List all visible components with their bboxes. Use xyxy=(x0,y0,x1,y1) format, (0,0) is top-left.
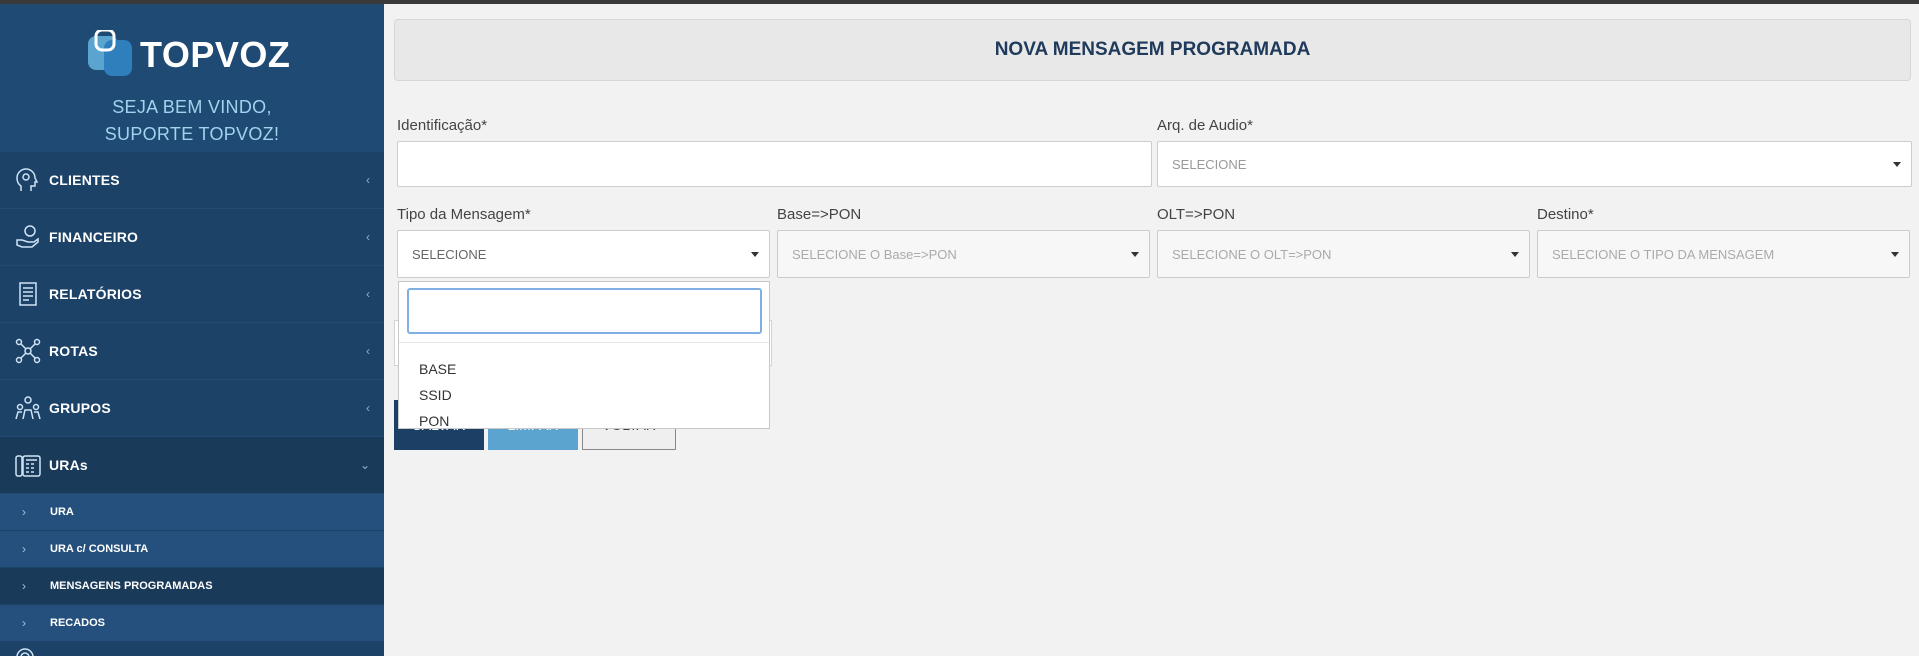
dropdown-option-ssid[interactable]: SSID xyxy=(419,387,452,403)
sidebar-item-grupos[interactable]: GRUPOS ‹ xyxy=(0,380,384,437)
brand-name: TOPVOZ xyxy=(140,34,291,75)
chevron-down-icon: ⌄ xyxy=(359,458,370,472)
network-icon xyxy=(13,336,43,366)
caret-down-icon xyxy=(751,252,759,257)
olt-pon-select[interactable]: SELECIONE O OLT=>PON xyxy=(1157,230,1530,278)
sidebar-item-label: URAs xyxy=(49,457,88,473)
tipo-mensagem-label: Tipo da Mensagem* xyxy=(397,206,531,223)
base-pon-select-value: SELECIONE O Base=>PON xyxy=(792,246,957,262)
chevron-left-icon: ‹ xyxy=(366,287,370,301)
submenu-item-label: URA xyxy=(50,506,74,518)
chevron-right-icon: › xyxy=(22,542,26,556)
destino-select[interactable]: SELECIONE O TIPO DA MENSAGEM xyxy=(1537,230,1910,278)
submenu-item-ura[interactable]: › URA xyxy=(0,494,384,531)
dropdown-option-base[interactable]: BASE xyxy=(419,361,456,377)
head-gear-icon xyxy=(13,165,43,195)
gear-icon xyxy=(16,648,34,656)
caret-down-icon xyxy=(1131,252,1139,257)
phone-system-icon xyxy=(13,450,43,480)
submenu-item-label: URA c/ CONSULTA xyxy=(50,543,149,555)
chevron-left-icon: ‹ xyxy=(366,230,370,244)
sidebar-item-uras[interactable]: URAs ⌄ xyxy=(0,437,384,494)
sidebar-item-label: ROTAS xyxy=(49,343,98,359)
chevron-right-icon: › xyxy=(22,579,26,593)
destino-select-value: SELECIONE O TIPO DA MENSAGEM xyxy=(1552,246,1775,262)
sidebar-item-label: GRUPOS xyxy=(49,400,111,416)
hand-money-icon xyxy=(13,222,43,252)
main-content: NOVA MENSAGEM PROGRAMADA Identificação* … xyxy=(384,4,1919,656)
main-menu: CLIENTES ‹ FINANCEIRO ‹ RELATÓRIOS ‹ ROT… xyxy=(0,152,384,642)
audio-select-value: SELECIONE xyxy=(1172,156,1247,172)
chevron-right-icon: › xyxy=(22,505,26,519)
base-pon-label: Base=>PON xyxy=(777,206,862,223)
dropdown-divider xyxy=(399,342,769,343)
sidebar-item-label: CLIENTES xyxy=(49,172,120,188)
tipo-mensagem-select-value: SELECIONE xyxy=(412,246,487,262)
chevron-right-icon: › xyxy=(22,616,26,630)
group-icon xyxy=(13,393,43,423)
tipo-mensagem-dropdown: BASE SSID PON xyxy=(398,281,770,429)
welcome-line-1: SEJA BEM VINDO, xyxy=(112,97,272,117)
identificacao-input[interactable] xyxy=(397,141,1152,187)
caret-down-icon xyxy=(1511,252,1519,257)
sidebar-item-label: RELATÓRIOS xyxy=(49,286,142,302)
sidebar-item-label: FINANCEIRO xyxy=(49,229,139,245)
audio-label: Arq. de Audio* xyxy=(1157,117,1253,134)
welcome-line-2: SUPORTE TOPVOZ! xyxy=(104,124,280,144)
chevron-left-icon: ‹ xyxy=(366,173,370,187)
submenu-item-recados[interactable]: › RECADOS xyxy=(0,605,384,642)
logo-icon xyxy=(88,30,132,76)
sidebar-item-clientes[interactable]: CLIENTES ‹ xyxy=(0,152,384,209)
olt-pon-select-value: SELECIONE O OLT=>PON xyxy=(1172,246,1332,262)
sidebar-item-financeiro[interactable]: FINANCEIRO ‹ xyxy=(0,209,384,266)
submenu-item-label: MENSAGENS PROGRAMADAS xyxy=(50,580,213,592)
submenu-item-ura-consulta[interactable]: › URA c/ CONSULTA xyxy=(0,531,384,568)
dropdown-search-input[interactable] xyxy=(407,288,762,334)
page-title: NOVA MENSAGEM PROGRAMADA xyxy=(994,39,1311,60)
caret-down-icon xyxy=(1891,252,1899,257)
chevron-left-icon: ‹ xyxy=(366,344,370,358)
olt-pon-label: OLT=>PON xyxy=(1157,206,1236,223)
report-icon xyxy=(13,279,43,309)
welcome-text: SEJA BEM VINDO, SUPORTE TOPVOZ! xyxy=(0,94,384,148)
brand-panel: TOPVOZ SEJA BEM VINDO, SUPORTE TOPVOZ! xyxy=(0,4,384,152)
dropdown-option-pon[interactable]: PON xyxy=(419,413,449,429)
sidebar: TOPVOZ SEJA BEM VINDO, SUPORTE TOPVOZ! C… xyxy=(0,4,384,656)
chevron-left-icon: ‹ xyxy=(366,401,370,415)
sidebar-item-relatorios[interactable]: RELATÓRIOS ‹ xyxy=(0,266,384,323)
base-pon-select[interactable]: SELECIONE O Base=>PON xyxy=(777,230,1150,278)
destino-label: Destino* xyxy=(1537,206,1594,223)
identificacao-label: Identificação* xyxy=(397,117,488,134)
sidebar-item-rotas[interactable]: ROTAS ‹ xyxy=(0,323,384,380)
submenu-item-mensagens-programadas[interactable]: › MENSAGENS PROGRAMADAS xyxy=(0,568,384,605)
logo: TOPVOZ xyxy=(86,28,306,84)
page-title-panel: NOVA MENSAGEM PROGRAMADA xyxy=(394,19,1911,81)
tipo-mensagem-select[interactable]: SELECIONE xyxy=(397,230,770,278)
submenu-item-label: RECADOS xyxy=(50,617,106,629)
audio-select[interactable]: SELECIONE xyxy=(1157,141,1912,187)
caret-down-icon xyxy=(1893,162,1901,167)
